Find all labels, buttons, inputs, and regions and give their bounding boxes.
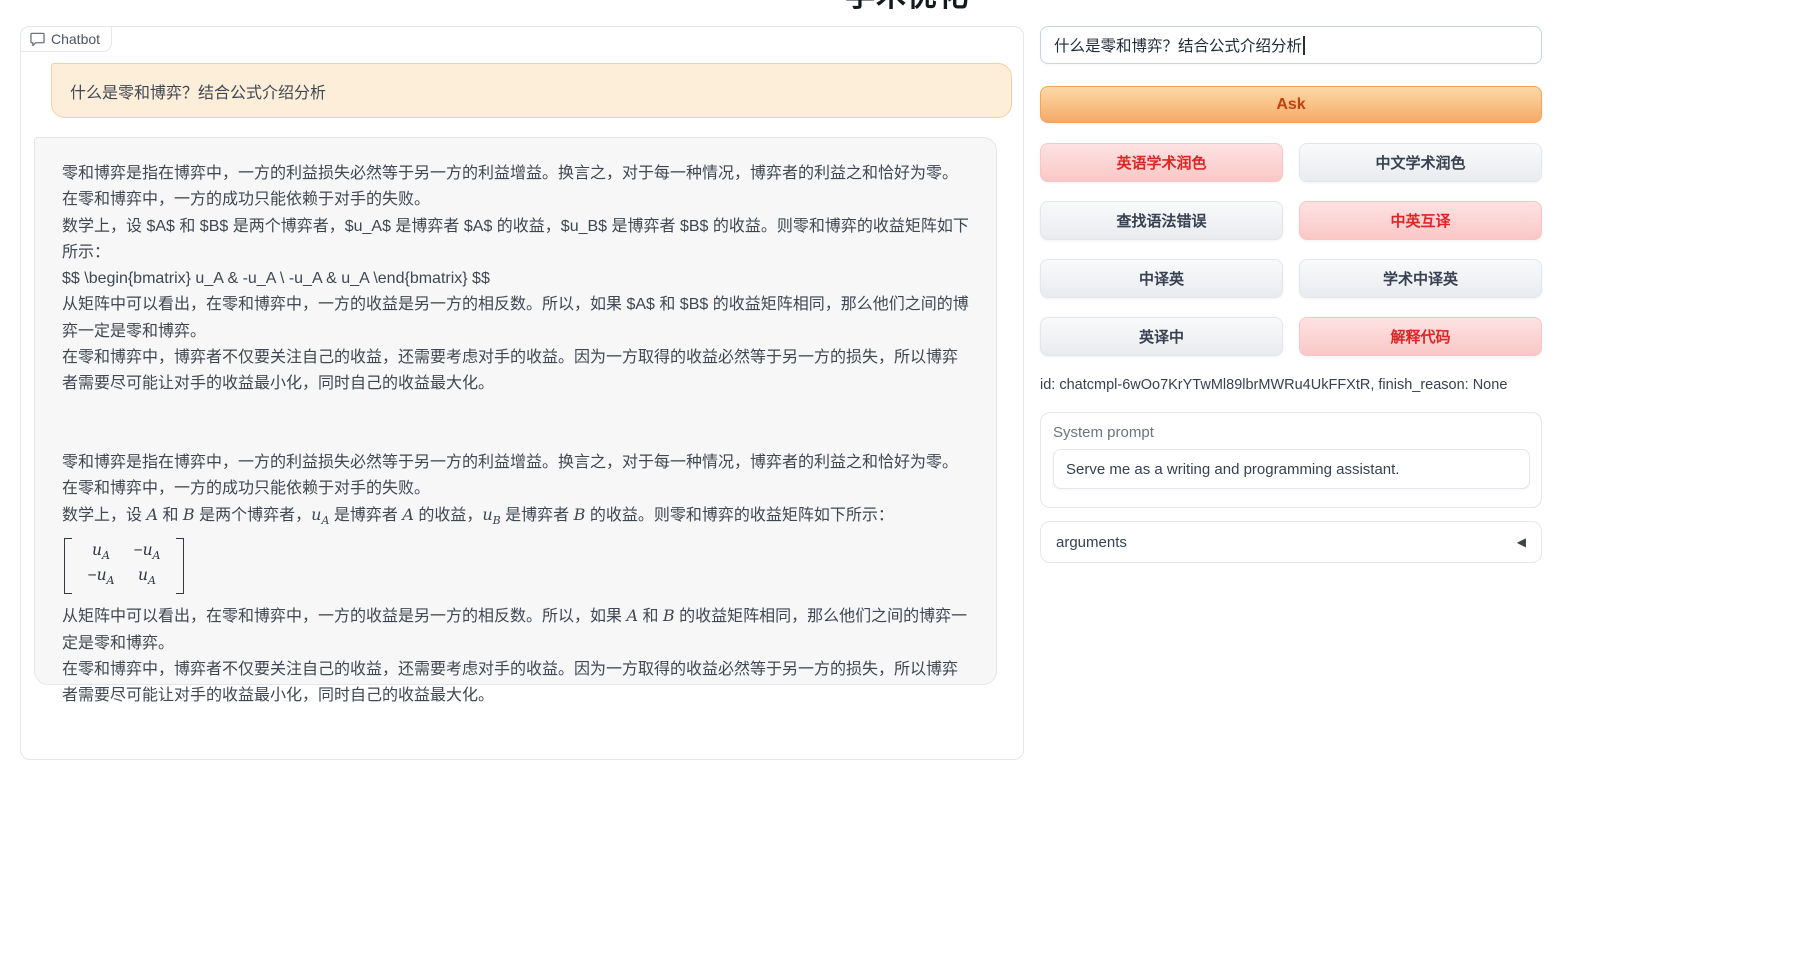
page-title-clipped: 学术优化 [0,0,1814,9]
quick-action-button[interactable]: 英语学术润色 [1040,143,1283,182]
matrix-right-bracket [176,538,184,594]
question-input-value: 什么是零和博弈？结合公式介绍分析 [1054,34,1302,56]
chat-bubble-icon [30,32,45,46]
bot-paragraph: 在零和博弈中，博弈者不仅要关注自己的收益，还需要考虑对手的收益。因为一方取得的收… [62,345,969,398]
matrix-row: uA−uA [78,541,170,566]
page-title-text: 学术优化 [0,0,1814,9]
payoff-matrix: uA−uA−uAuA [64,538,184,594]
system-prompt-value: Serve me as a writing and programming as… [1066,461,1399,478]
ask-button[interactable]: Ask [1040,86,1542,123]
bot-latex-source-line: $$ \begin{bmatrix} u_A & -u_A \ -u_A & u… [62,266,969,292]
bot-paragraph: 在零和博弈中，博弈者不仅要关注自己的收益，还需要考虑对手的收益。因为一方取得的收… [62,657,969,710]
arguments-accordion[interactable]: arguments ◀ [1040,521,1542,563]
quick-action-button[interactable]: 中英互译 [1299,201,1542,240]
bot-paragraph-math: 从矩阵中可以看出，在零和博弈中，一方的收益是另一方的相反数。所以，如果 A 和 … [62,603,969,657]
question-input[interactable]: 什么是零和博弈？结合公式介绍分析 [1040,26,1542,64]
quick-action-button[interactable]: 学术中译英 [1299,259,1542,298]
matrix-cell: −uA [124,541,170,566]
chatbot-label: Chatbot [20,26,112,52]
matrix-cell: uA [124,566,170,591]
quick-action-button[interactable]: 中文学术润色 [1299,143,1542,182]
chatbot-label-text: Chatbot [51,31,100,47]
matrix-cell: −uA [78,566,124,591]
matrix-body: uA−uA−uAuA [72,538,176,594]
response-status-line: id: chatcmpl-6wOo7KrYTwMl89lbrMWRu4UkFFX… [1040,377,1542,393]
accordion-collapse-arrow-icon: ◀ [1517,535,1526,549]
matrix-left-bracket [64,538,72,594]
bot-raw-latex-block: 零和博弈是指在博弈中，一方的利益损失必然等于另一方的利益增益。换言之，对于每一种… [62,161,969,398]
system-prompt-label: System prompt [1053,424,1529,441]
system-prompt-group: System prompt Serve me as a writing and … [1040,412,1542,508]
arguments-accordion-label: arguments [1056,534,1127,551]
matrix-cell: uA [78,541,124,566]
quick-action-button[interactable]: 查找语法错误 [1040,201,1283,240]
user-message-bubble: 什么是零和博弈？结合公式介绍分析 [51,63,1012,118]
ask-button-row: Ask [1040,86,1542,123]
bot-message-bubble: 零和博弈是指在博弈中，一方的利益损失必然等于另一方的利益增益。换言之，对于每一种… [34,137,997,685]
quick-action-button[interactable]: 中译英 [1040,259,1283,298]
quick-action-button[interactable]: 英译中 [1040,317,1283,356]
user-message-text: 什么是零和博弈？结合公式介绍分析 [70,85,326,102]
quick-action-grid: 英语学术润色中文学术润色查找语法错误中英互译中译英学术中译英英译中解释代码 [1040,143,1542,356]
bot-rendered-block: 零和博弈是指在博弈中，一方的利益损失必然等于另一方的利益增益。换言之，对于每一种… [62,450,969,710]
bot-paragraph: 零和博弈是指在博弈中，一方的利益损失必然等于另一方的利益增益。换言之，对于每一种… [62,161,969,214]
bot-paragraph: 从矩阵中可以看出，在零和博弈中，一方的收益是另一方的相反数。所以，如果 $A$ … [62,292,969,345]
text-cursor [1303,36,1305,55]
bot-paragraph: 零和博弈是指在博弈中，一方的利益损失必然等于另一方的利益增益。换言之，对于每一种… [62,450,969,503]
chatbot-panel: Chatbot 什么是零和博弈？结合公式介绍分析 零和博弈是指在博弈中，一方的利… [20,26,1024,760]
matrix-row: −uAuA [78,566,170,591]
quick-action-button[interactable]: 解释代码 [1299,317,1542,356]
system-prompt-input[interactable]: Serve me as a writing and programming as… [1053,449,1530,489]
bot-paragraph-math: 数学上，设 A 和 B 是两个博弈者，uA 是博弈者 A 的收益，uB 是博弈者… [62,502,969,534]
bot-paragraph: 数学上，设 $A$ 和 $B$ 是两个博弈者，$u_A$ 是博弈者 $A$ 的收… [62,214,969,267]
